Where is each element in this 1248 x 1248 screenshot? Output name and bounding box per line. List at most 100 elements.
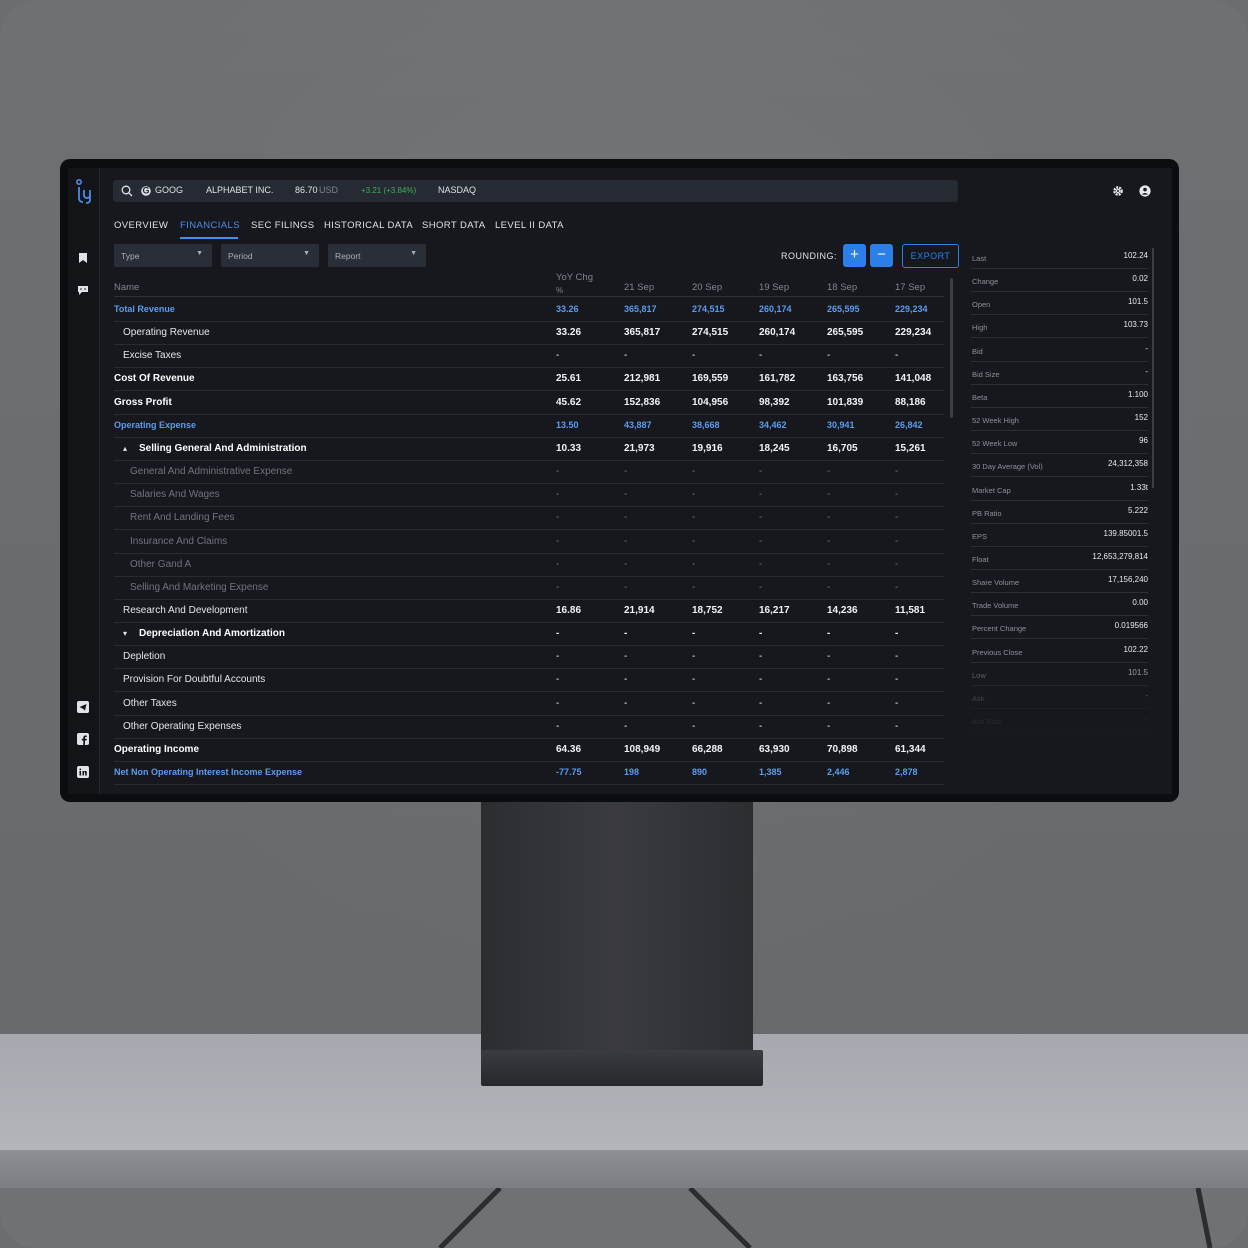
rounding-label: ROUNDING: [781,251,837,261]
column-header-21-sep[interactable]: 21 Sep [624,282,654,293]
column-header-20-sep[interactable]: 20 Sep [692,282,722,293]
table-row[interactable]: Salaries And Wages - - - - - - [114,483,944,508]
bookmark-icon[interactable] [77,252,89,264]
table-row[interactable]: ▴ Selling General And Administration 10.33… [114,437,944,461]
user-icon[interactable] [1139,185,1151,197]
linkedin-icon[interactable] [77,766,89,778]
brand-logo-icon[interactable] [74,178,94,204]
table-row[interactable]: Other Gand A - - - - - - [114,553,944,577]
value-cell: - [692,674,696,686]
tab-financials[interactable]: FINANCIALS [180,220,240,231]
quote-row: Market Cap 1.33t [971,478,1148,501]
value-cell: - [624,628,628,640]
tab-short-data[interactable]: SHORT DATA [422,220,485,231]
quote-value: 101.5 [1127,667,1148,677]
table-scrollbar[interactable] [950,278,953,418]
search-icon[interactable] [121,185,133,197]
period-select[interactable]: Period ▼ [221,244,319,267]
row-label: Insurance And Claims [130,535,228,547]
quote-value: - [1145,690,1148,700]
table-row[interactable]: Operating Income 64.36 108,949 66,288 63,930… [114,738,944,762]
table-row[interactable]: Operating Revenue 33.26 365,817 274,515 260,… [114,321,944,346]
row-label: Gross Profit [114,396,172,408]
value-cell: - [827,628,831,640]
table-row[interactable]: Insurance And Claims - - - - - - [114,530,944,554]
value-cell: 18,752 [692,604,723,616]
quote-value: 1.100 [1127,389,1148,399]
rounding-decrease-button[interactable]: − [870,244,893,267]
table-row[interactable]: Research And Development 16.86 21,914 18,75… [114,599,944,623]
table-row[interactable]: Other Operating Expenses - - - - - - [114,715,944,739]
value-cell: - [692,628,696,640]
ticker-search-bar[interactable]: G GOOG ALPHABET INC. 86.70 USD +3.21 (+3… [113,180,958,202]
row-label: Excise Taxes [123,350,182,362]
tab-historical-data[interactable]: HISTORICAL DATA [324,220,413,231]
value-cell: - [692,512,696,524]
collapse-caret-icon[interactable]: ▴ [123,444,127,453]
value-cell: 14,236 [827,604,858,616]
value-cell: 16,217 [759,604,790,616]
facebook-icon[interactable] [77,733,89,745]
type-select-label: Type [121,251,140,261]
row-label: Other Gand A [130,558,192,570]
gear-icon[interactable] [1112,185,1124,197]
quote-label: Float [972,554,989,564]
value-cell: 43,887 [624,419,652,430]
value-cell: 98,392 [759,396,790,408]
row-label: Selling General And Administration [139,442,307,454]
value-cell: - [827,697,831,709]
quote-row: Low 101.5 [971,663,1148,686]
telegram-icon[interactable] [77,701,89,713]
quote-value: 101.5 [1127,297,1148,307]
value-cell: 265,595 [827,327,864,339]
column-header-yoy[interactable]: YoY Chg [556,272,593,283]
type-select[interactable]: Type ▼ [114,244,212,267]
table-row[interactable]: Cost Of Revenue 25.61 212,981 169,559 161,78… [114,367,944,392]
table-row[interactable]: Net Non Operating Interest Income Expens… [114,761,944,785]
chat-icon[interactable] [77,284,89,296]
column-header-name[interactable]: Name [114,282,139,293]
row-label: Operating Expense [114,419,197,430]
quote-label: Last [972,254,987,263]
table-row[interactable]: General And Administrative Expense - - - - - - [114,460,944,485]
value-cell: 2,446 [827,767,850,777]
quote-value: - [1145,343,1148,353]
quote-value: 24,312,358 [1107,459,1148,469]
row-label: General And Administrative Expense [130,466,293,478]
table-row[interactable]: Other Taxes - - - - - - [114,692,944,716]
tab-level-ii-data[interactable]: LEVEL II DATA [495,220,564,231]
row-label: Net Non Operating Interest Income Expens… [114,767,303,777]
quote-label: Market Cap [972,485,1011,495]
expand-caret-icon[interactable]: ▾ [123,629,127,638]
tab-sec-filings[interactable]: SEC FILINGS [251,220,315,231]
table-row[interactable]: Operating Expense 13.50 43,887 38,668 34,462… [114,414,944,438]
column-header-18-sep[interactable]: 18 Sep [827,282,857,293]
export-button[interactable]: EXPORT [902,244,959,268]
table-row[interactable]: Excise Taxes - - - - - - [114,344,944,369]
table-row[interactable]: Total Revenue 33.26 365,817 274,515 260,174 2… [114,298,944,322]
table-row[interactable]: ▾ Depreciation And Amortization - - - - - - [114,622,944,647]
quote-value: 0.019566 [1114,621,1148,631]
report-select-label: Report [335,251,361,261]
value-cell: 70,898 [827,743,858,755]
value-cell: - [692,558,696,570]
report-select[interactable]: Report ▼ [328,244,426,267]
rounding-increase-button[interactable]: + [843,244,866,267]
quote-value: 0.02 [1132,274,1148,284]
table-row[interactable]: Provision For Doubtful Accounts - - - - - - [114,668,944,693]
table-row[interactable]: Rent And Landing Fees - - - - - - [114,506,944,531]
table-row[interactable]: Gross Profit 45.62 152,836 104,956 98,392 101… [114,391,944,415]
desk-edge [0,1150,1248,1190]
value-cell: - [624,466,628,478]
row-label: Salaries And Wages [130,489,220,501]
tab-overview[interactable]: OVERVIEW [114,220,168,231]
table-row[interactable]: Selling And Marketing Expense - - - - - - [114,576,944,600]
value-cell: - [895,489,899,501]
table-row[interactable]: Depletion - - - - - - [114,645,944,670]
value-cell: - [827,512,831,524]
value-cell: 161,782 [759,373,796,385]
column-header-17-sep[interactable]: 17 Sep [895,282,925,293]
column-header-19-sep[interactable]: 19 Sep [759,282,789,293]
quote-label: EPS [972,531,988,541]
quote-panel-scrollbar[interactable] [1152,248,1154,488]
